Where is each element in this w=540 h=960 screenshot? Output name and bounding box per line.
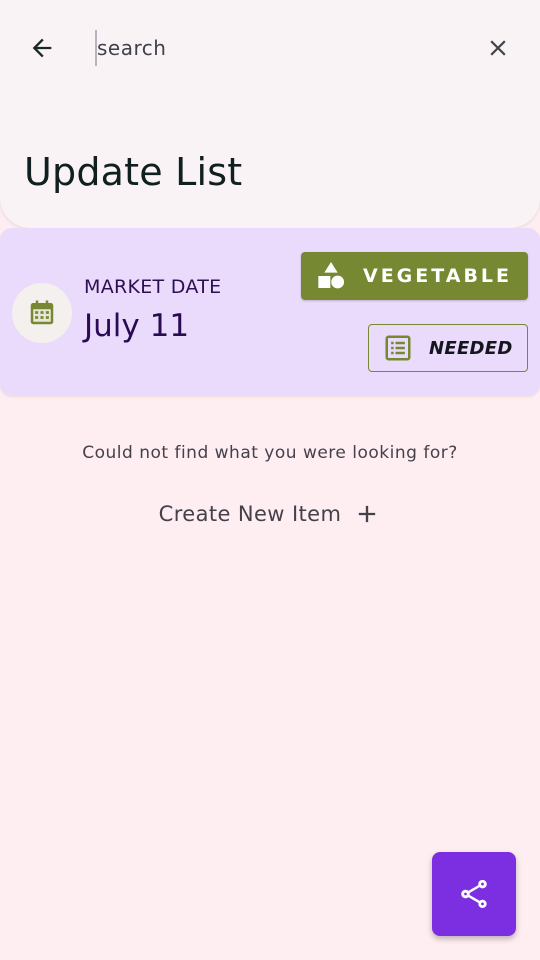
create-new-item-button[interactable]: Create New Item — [155, 494, 385, 534]
status-chip[interactable]: NEEDED — [368, 324, 528, 372]
shapes-icon — [318, 262, 345, 289]
category-chip-label: VEGETABLE — [363, 265, 513, 287]
clear-search-button[interactable] — [478, 28, 518, 68]
calendar-icon — [30, 300, 54, 325]
share-icon — [461, 879, 487, 909]
back-button[interactable] — [22, 28, 62, 68]
market-date-card[interactable]: MARKET DATE July 11 VEGETABLE NEEDED — [0, 228, 540, 396]
search-field[interactable] — [95, 28, 455, 68]
status-chip-label: NEEDED — [429, 337, 513, 359]
category-chip[interactable]: VEGETABLE — [301, 252, 528, 300]
share-fab[interactable] — [432, 852, 516, 936]
search-input[interactable] — [97, 36, 397, 60]
close-icon — [490, 40, 506, 56]
create-new-item-label: Create New Item — [158, 502, 342, 526]
not-found-message: Could not find what you were looking for… — [82, 443, 458, 463]
market-date-value: July 11 — [84, 308, 190, 344]
list-icon — [385, 335, 411, 361]
page-title: Update List — [24, 150, 243, 194]
plus-icon — [359, 505, 376, 523]
calendar-avatar — [12, 283, 72, 343]
top-app-bar: Update List — [0, 0, 540, 228]
arrow-left-icon — [32, 38, 52, 58]
market-date-label: MARKET DATE — [84, 276, 222, 298]
update-list-screen: Update List MARKET DATE July 11 — [0, 0, 540, 960]
